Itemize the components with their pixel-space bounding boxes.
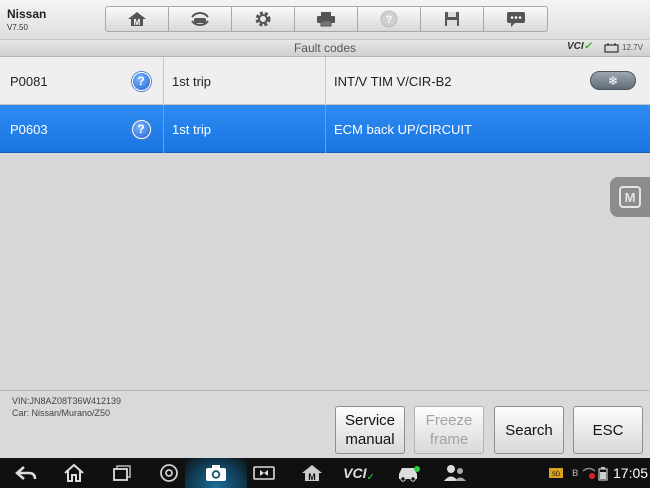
freeze-frame-label-line1: Freeze — [425, 412, 473, 429]
bluetooth-icon: ʙ — [572, 465, 579, 479]
system-nav-bar: M VCI ✓ SD ʙ 17:05 — [0, 458, 650, 488]
remote-support-button[interactable] — [440, 458, 470, 488]
svg-text:SD: SD — [552, 472, 561, 478]
car-text: Car: Nissan/Murano/Z50 — [12, 408, 111, 418]
maxisys-home-button[interactable]: M — [299, 458, 325, 488]
remote-support-icon — [444, 465, 466, 481]
sub-header: Fault codes VCI✓ 12.7V — [0, 40, 650, 57]
fault-description: ECM back UP/CIRCUIT — [325, 105, 585, 153]
settings-gear-icon — [255, 11, 271, 27]
vci-label: VCI — [567, 41, 584, 52]
floating-m-button[interactable]: M — [610, 177, 650, 217]
status-clock: 17:05 — [613, 465, 649, 481]
vehicle-button[interactable] — [393, 458, 423, 488]
vci-status-badge: VCI✓ — [567, 41, 592, 52]
vehicle-swap-button[interactable] — [169, 7, 232, 31]
screen-record-icon — [253, 466, 275, 480]
battery-status-icon — [598, 467, 608, 481]
home-button[interactable]: M — [106, 7, 169, 31]
vehicle-swap-icon — [191, 11, 209, 27]
vci-connected-check-icon: ✓ — [583, 41, 593, 52]
battery-icon — [604, 43, 619, 53]
chrome-icon — [160, 464, 178, 482]
freeze-frame-footer-button[interactable]: Freeze frame — [414, 406, 484, 454]
service-manual-label-line2: manual — [345, 431, 395, 448]
help-button[interactable]: ? — [358, 7, 421, 31]
camera-icon — [206, 465, 226, 481]
fault-description: INT/V TIM V/CIR-B2 — [325, 57, 585, 105]
sd-card-icon: SD — [549, 468, 563, 478]
m-home-icon: M — [302, 465, 322, 482]
svg-text:?: ? — [386, 14, 393, 26]
settings-button[interactable] — [232, 7, 295, 31]
screenshot-button[interactable] — [200, 458, 232, 488]
message-icon — [506, 12, 525, 27]
top-bar: Nissan V7.50 M ? — [0, 0, 650, 40]
back-button[interactable] — [12, 458, 40, 488]
screen-record-button[interactable] — [250, 458, 278, 488]
toolbar: M ? — [105, 6, 548, 32]
svg-text:M: M — [134, 18, 141, 27]
code-help-button[interactable]: ? — [130, 57, 152, 105]
esc-button[interactable]: ESC — [573, 406, 643, 454]
snowflake-icon: ❄ — [607, 73, 619, 88]
app-title: Nissan — [7, 7, 47, 21]
print-button[interactable] — [295, 7, 358, 31]
table-row[interactable]: P0081 ? 1st trip INT/V TIM V/CIR-B2 ❄ — [0, 57, 650, 105]
house-icon — [64, 463, 84, 482]
nav-m-label: M — [308, 472, 316, 482]
footer: VIN:JN8AZ08T36W412139 Car: Nissan/Murano… — [0, 390, 650, 458]
vin-text: VIN:JN8AZ08T36W412139 — [12, 396, 122, 406]
search-button[interactable]: Search — [494, 406, 564, 454]
wifi-off-icon — [582, 467, 596, 479]
help-icon: ? — [380, 10, 398, 28]
service-manual-label-line1: Service — [344, 412, 396, 429]
home-nav-button[interactable] — [60, 458, 88, 488]
service-manual-button[interactable]: Service manual — [335, 406, 405, 454]
back-arrow-icon — [15, 466, 37, 480]
printer-icon — [317, 12, 335, 27]
battery-voltage: 12.7V — [622, 43, 643, 52]
message-button[interactable] — [484, 7, 547, 31]
save-icon — [445, 12, 459, 26]
page-title: Fault codes — [293, 41, 357, 55]
freeze-frame-label-line2: frame — [429, 431, 469, 448]
help-question-icon: ? — [131, 71, 151, 91]
fault-code: P0081 — [10, 73, 48, 89]
chrome-button[interactable] — [155, 458, 183, 488]
recent-apps-button[interactable] — [108, 458, 136, 488]
fault-code-table: P0081 ? 1st trip INT/V TIM V/CIR-B2 ❄ P0… — [0, 57, 650, 153]
freeze-frame-button[interactable]: ❄ — [590, 71, 636, 90]
vci-check-icon: ✓ — [366, 471, 375, 483]
m-icon: M — [619, 186, 641, 208]
fault-status: 1st trip — [163, 105, 323, 153]
car-icon — [399, 466, 420, 482]
vci-manager-button[interactable]: VCI ✓ — [341, 458, 377, 488]
app-version: V7.50 — [7, 23, 28, 32]
fault-code: P0603 — [10, 121, 48, 137]
help-question-icon: ? — [131, 119, 151, 139]
vci-nav-label: VCI — [343, 465, 367, 481]
table-row[interactable]: P0603 ? 1st trip ECM back UP/CIRCUIT — [0, 105, 650, 153]
fault-status: 1st trip — [163, 57, 323, 105]
home-m-icon: M — [128, 12, 146, 27]
code-help-button[interactable]: ? — [130, 105, 152, 153]
recent-apps-icon — [113, 465, 131, 481]
save-button[interactable] — [421, 7, 484, 31]
